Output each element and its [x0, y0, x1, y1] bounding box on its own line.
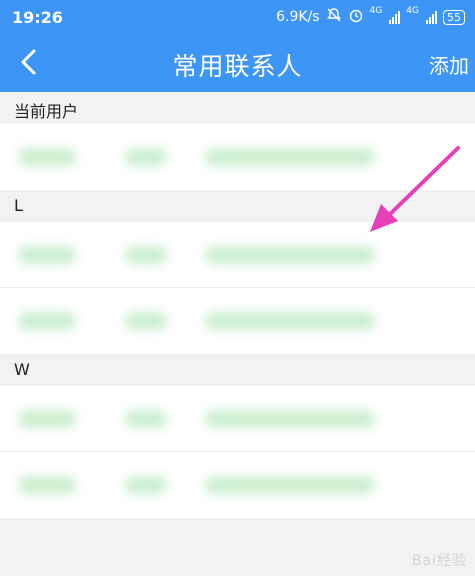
annotation-arrow-icon	[370, 146, 460, 232]
watermark: Bai经验	[411, 553, 467, 569]
